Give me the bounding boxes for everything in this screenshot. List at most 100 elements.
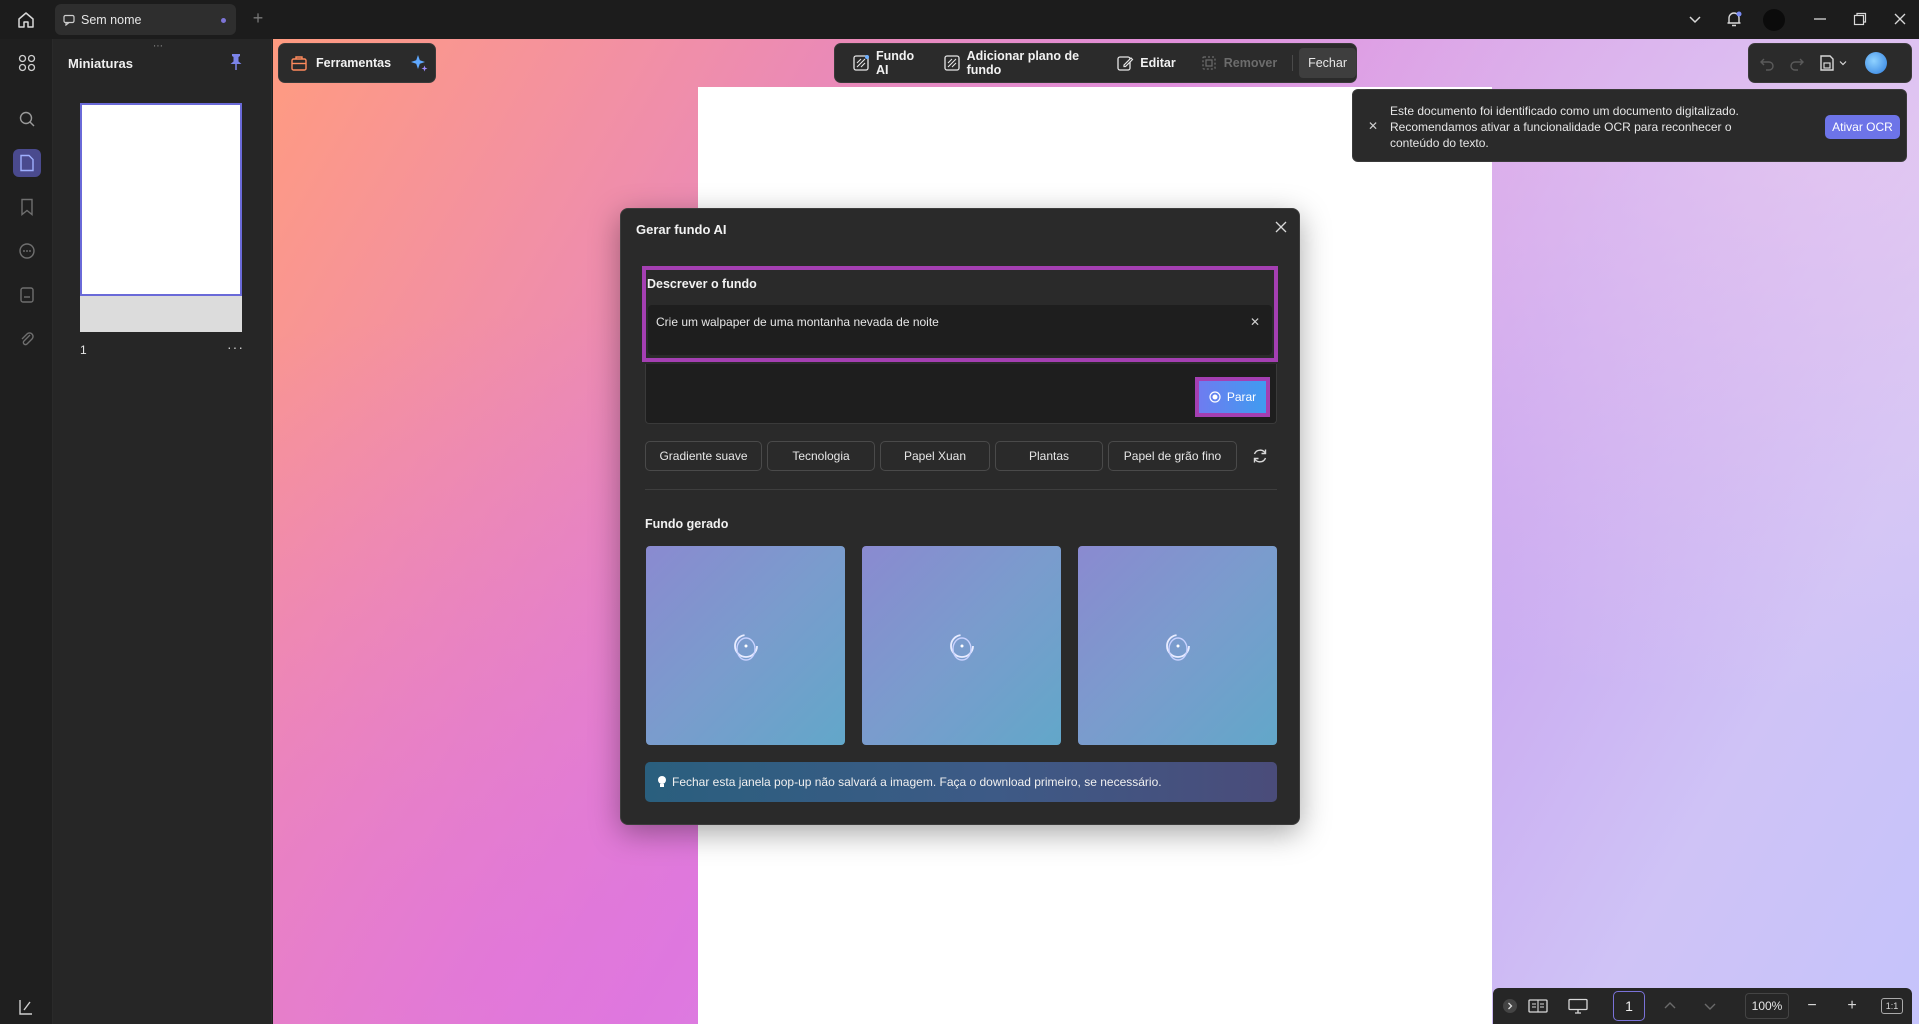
expand-icon[interactable] bbox=[1501, 995, 1519, 1017]
zoom-level[interactable]: 100% bbox=[1745, 993, 1789, 1019]
refresh-icon[interactable] bbox=[1250, 446, 1270, 466]
close-toolbar-button[interactable]: Fechar bbox=[1299, 48, 1356, 78]
loading-icon bbox=[1165, 633, 1190, 661]
redo-icon[interactable] bbox=[1789, 55, 1805, 71]
generated-tile-1[interactable] bbox=[646, 546, 845, 745]
save-icon[interactable] bbox=[1819, 54, 1847, 72]
new-tab-button[interactable]: + bbox=[248, 8, 268, 28]
sidebar-toggle-icon[interactable] bbox=[17, 998, 35, 1016]
chip-xuan-paper[interactable]: Papel Xuan bbox=[880, 441, 990, 471]
generated-tile-3[interactable] bbox=[1078, 546, 1277, 745]
remove-button[interactable]: Remover bbox=[1191, 48, 1287, 78]
toolbox-icon bbox=[290, 54, 308, 72]
minimize-icon[interactable] bbox=[1808, 8, 1832, 30]
tip-text: Fechar esta janela pop-up não salvará a … bbox=[672, 775, 1162, 789]
add-background-icon bbox=[943, 54, 961, 72]
unsaved-dot bbox=[221, 18, 226, 23]
clear-prompt-button[interactable]: ✕ bbox=[1250, 315, 1260, 329]
edit-label: Editar bbox=[1140, 56, 1176, 70]
restore-icon[interactable] bbox=[1848, 8, 1872, 30]
ocr-banner: ✕ Este documento foi identificado como u… bbox=[1352, 89, 1907, 162]
chat-icon bbox=[63, 14, 75, 26]
chip-plants[interactable]: Plantas bbox=[995, 441, 1103, 471]
stop-icon bbox=[1209, 391, 1221, 403]
ai-background-label: Fundo AI bbox=[876, 49, 915, 77]
page-thumbnail[interactable] bbox=[80, 103, 242, 296]
page-thumbnail-footer bbox=[80, 296, 242, 332]
home-icon[interactable] bbox=[14, 8, 38, 32]
zoom-out-button[interactable]: − bbox=[1802, 995, 1822, 1017]
style-chips: Gradiente suave Tecnologia Papel Xuan Pl… bbox=[645, 441, 1237, 471]
apps-grid-icon[interactable] bbox=[13, 49, 41, 77]
lightbulb-icon bbox=[657, 775, 667, 789]
prompt-value: Crie um walpaper de uma montanha nevada … bbox=[656, 315, 939, 329]
chip-fine-grain-paper[interactable]: Papel de grão fino bbox=[1108, 441, 1237, 471]
undo-icon[interactable] bbox=[1759, 55, 1775, 71]
describe-label: Descrever o fundo bbox=[647, 277, 757, 291]
chip-technology[interactable]: Tecnologia bbox=[767, 441, 875, 471]
ai-assistant-icon[interactable] bbox=[1865, 52, 1887, 74]
tab-label: Sem nome bbox=[81, 12, 142, 27]
edit-button[interactable]: Editar bbox=[1107, 48, 1184, 78]
add-background-button[interactable]: Adicionar plano de fundo bbox=[934, 48, 1102, 78]
chevron-down-icon bbox=[1839, 61, 1847, 66]
add-background-label: Adicionar plano de fundo bbox=[966, 49, 1080, 77]
reading-mode-icon[interactable] bbox=[1525, 995, 1551, 1017]
thumbnails-panel: ⋯ Miniaturas 1 ··· bbox=[53, 39, 272, 1024]
bell-icon[interactable] bbox=[1722, 8, 1746, 30]
loading-icon bbox=[733, 633, 758, 661]
enable-ocr-button[interactable]: Ativar OCR bbox=[1825, 115, 1900, 139]
search-icon[interactable] bbox=[13, 105, 41, 133]
title-bar: Sem nome + bbox=[0, 0, 1919, 39]
stop-label: Parar bbox=[1226, 390, 1257, 404]
prompt-input[interactable]: Crie um walpaper de uma montanha nevada … bbox=[648, 305, 1272, 355]
generated-tile-2[interactable] bbox=[862, 546, 1061, 745]
stamp-icon[interactable] bbox=[13, 281, 41, 309]
ai-background-icon bbox=[852, 54, 870, 72]
ocr-message: Este documento foi identificado como um … bbox=[1390, 104, 1739, 150]
ocr-close-button[interactable]: ✕ bbox=[1368, 119, 1378, 133]
ai-sparkle-icon[interactable] bbox=[409, 53, 429, 73]
presentation-icon[interactable] bbox=[1565, 995, 1591, 1017]
ai-background-dialog: Gerar fundo AI Descrever o fundo Crie um… bbox=[620, 208, 1300, 825]
section-divider bbox=[645, 489, 1277, 490]
previous-page-icon[interactable] bbox=[1658, 995, 1682, 1017]
remove-icon bbox=[1200, 54, 1218, 72]
page-more-button[interactable]: ··· bbox=[227, 339, 244, 355]
document-tab[interactable]: Sem nome bbox=[55, 4, 236, 35]
tools-label: Ferramentas bbox=[316, 56, 392, 70]
prompt-area[interactable] bbox=[645, 364, 1277, 424]
dialog-title: Gerar fundo AI bbox=[636, 222, 727, 237]
stop-highlight: Parar bbox=[1195, 377, 1270, 417]
loading-icon bbox=[949, 633, 974, 661]
background-toolbar: Fundo AI Adicionar plano de fundo Editar… bbox=[834, 43, 1357, 83]
close-window-icon[interactable] bbox=[1888, 8, 1912, 30]
next-page-icon[interactable] bbox=[1698, 995, 1722, 1017]
actual-size-button[interactable]: 1:1 bbox=[1881, 998, 1903, 1014]
zoom-in-button[interactable]: + bbox=[1842, 995, 1862, 1017]
pages-icon[interactable] bbox=[13, 149, 41, 177]
page-number-input[interactable]: 1 bbox=[1613, 991, 1645, 1021]
close-icon[interactable] bbox=[1274, 220, 1288, 234]
left-rail bbox=[0, 39, 53, 1024]
history-toolbar bbox=[1748, 43, 1912, 83]
panel-grip[interactable]: ⋯ bbox=[153, 41, 165, 52]
edit-icon bbox=[1116, 54, 1134, 72]
pin-icon[interactable] bbox=[229, 53, 243, 71]
avatar[interactable] bbox=[1763, 9, 1785, 31]
page-number: 1 bbox=[80, 343, 87, 357]
chevron-down-icon[interactable] bbox=[1683, 8, 1707, 30]
ai-background-button[interactable]: Fundo AI bbox=[843, 48, 928, 78]
attachment-icon[interactable] bbox=[13, 325, 41, 353]
comment-icon[interactable] bbox=[13, 237, 41, 265]
bookmark-icon[interactable] bbox=[13, 193, 41, 221]
tools-button[interactable]: Ferramentas bbox=[278, 43, 436, 83]
describe-section: Descrever o fundo Crie um walpaper de um… bbox=[642, 266, 1278, 362]
status-bar: 1 100% − + 1:1 bbox=[1493, 988, 1912, 1024]
chip-soft-gradient[interactable]: Gradiente suave bbox=[645, 441, 762, 471]
toolbar-separator bbox=[1292, 55, 1294, 71]
panel-title: Miniaturas bbox=[68, 56, 134, 71]
tip-banner: Fechar esta janela pop-up não salvará a … bbox=[645, 762, 1277, 802]
generated-label: Fundo gerado bbox=[645, 517, 729, 531]
stop-button[interactable]: Parar bbox=[1199, 381, 1266, 413]
